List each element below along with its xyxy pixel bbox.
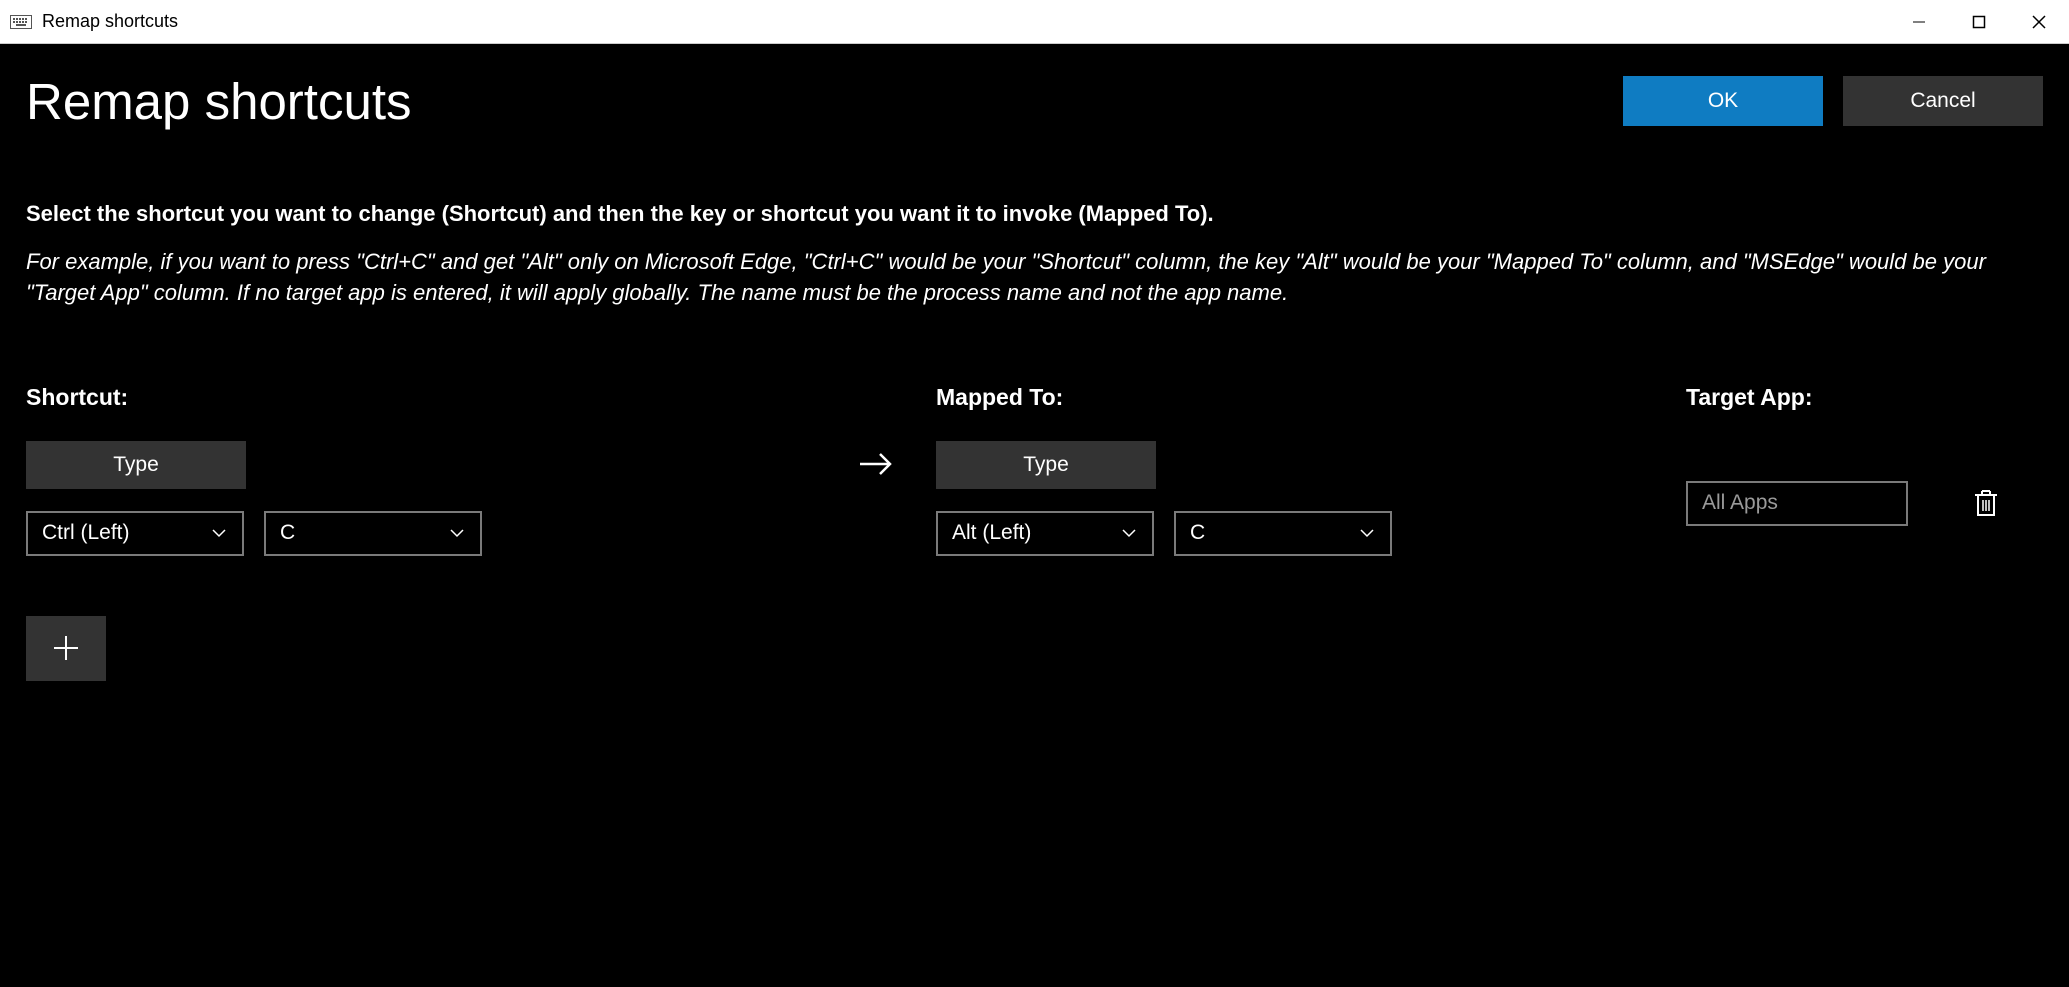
maximize-button[interactable]	[1949, 0, 2009, 43]
mapped-key1-text: Alt (Left)	[952, 521, 1031, 545]
shortcut-header: Shortcut:	[26, 384, 816, 411]
arrow-icon	[816, 449, 936, 479]
plus-icon	[50, 632, 82, 664]
chevron-down-icon	[210, 524, 228, 542]
shortcut-dropdown-row: Ctrl (Left) C	[26, 511, 816, 556]
content: Remap shortcuts OK Cancel Select the sho…	[0, 44, 2069, 709]
header-row: Remap shortcuts OK Cancel	[26, 72, 2043, 131]
shortcut-column: Shortcut: Type Ctrl (Left) C	[26, 384, 816, 556]
mapped-key1-dropdown[interactable]: Alt (Left)	[936, 511, 1154, 556]
chevron-down-icon	[448, 524, 466, 542]
titlebar: Remap shortcuts	[0, 0, 2069, 44]
mapped-key2-text: C	[1190, 521, 1205, 545]
chevron-down-icon	[1358, 524, 1376, 542]
trash-icon	[1973, 488, 1999, 518]
mapped-dropdown-row: Alt (Left) C	[936, 511, 1686, 556]
target-header: Target App:	[1686, 384, 2043, 411]
minimize-button[interactable]	[1889, 0, 1949, 43]
action-buttons: OK Cancel	[1623, 76, 2043, 126]
ok-button[interactable]: OK	[1623, 76, 1823, 126]
keyboard-icon	[10, 14, 32, 30]
mapped-header: Mapped To:	[936, 384, 1686, 411]
window-title: Remap shortcuts	[42, 11, 178, 32]
titlebar-left: Remap shortcuts	[10, 11, 178, 32]
cancel-button[interactable]: Cancel	[1843, 76, 2043, 126]
shortcut-key1-text: Ctrl (Left)	[42, 521, 130, 545]
page-title: Remap shortcuts	[26, 72, 412, 131]
shortcut-key1-dropdown[interactable]: Ctrl (Left)	[26, 511, 244, 556]
chevron-down-icon	[1120, 524, 1138, 542]
delete-row-button[interactable]	[1968, 485, 2004, 521]
window-controls	[1889, 0, 2069, 43]
add-row-button[interactable]	[26, 616, 106, 681]
mapped-key2-dropdown[interactable]: C	[1174, 511, 1392, 556]
close-button[interactable]	[2009, 0, 2069, 43]
shortcut-key2-text: C	[280, 521, 295, 545]
target-column: Target App:	[1686, 384, 2043, 526]
target-row	[1686, 481, 2043, 526]
mapping-row: Shortcut: Type Ctrl (Left) C	[26, 384, 2043, 556]
description-bold: Select the shortcut you want to change (…	[26, 201, 2043, 227]
description-italic: For example, if you want to press "Ctrl+…	[26, 247, 2043, 309]
shortcut-key2-dropdown[interactable]: C	[264, 511, 482, 556]
mapped-type-button[interactable]: Type	[936, 441, 1156, 489]
shortcut-type-button[interactable]: Type	[26, 441, 246, 489]
mapped-column: Mapped To: Type Alt (Left) C	[936, 384, 1686, 556]
target-input[interactable]	[1686, 481, 1908, 526]
